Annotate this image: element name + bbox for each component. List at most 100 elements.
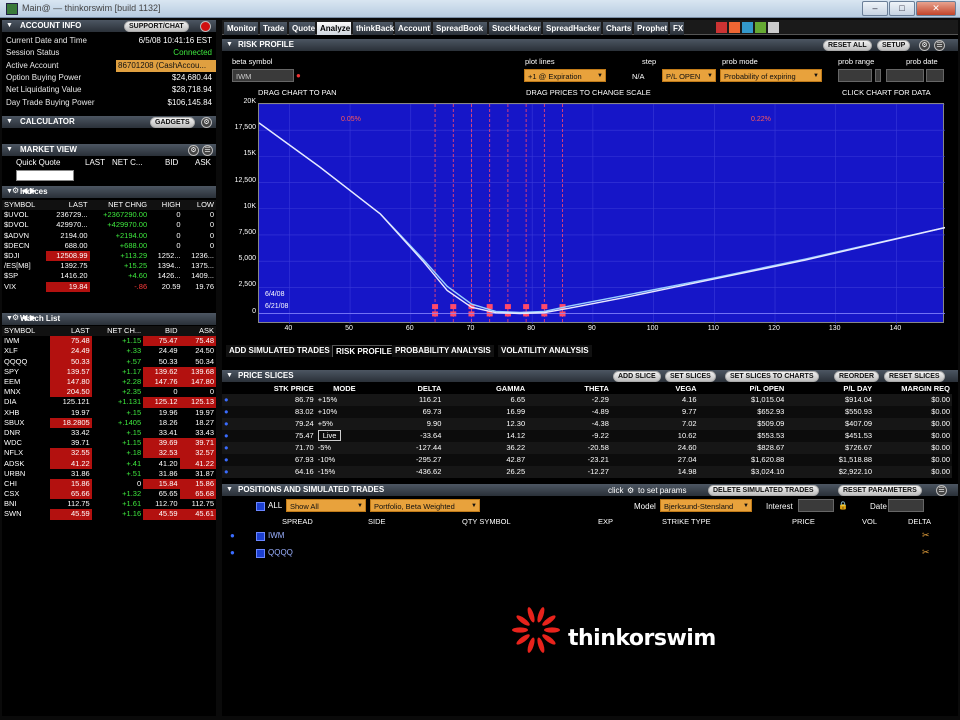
reset-all-button[interactable]: RESET ALL <box>823 40 872 51</box>
market-view-menu-icon[interactable]: ☰ <box>202 145 213 156</box>
strike-marker[interactable] <box>450 311 457 317</box>
column-header[interactable]: LAST <box>49 326 92 337</box>
table-row[interactable]: URBN 31.86 +.51 31.86 31.87 <box>2 469 216 479</box>
strike-marker[interactable] <box>432 304 439 310</box>
table-row[interactable]: ● 83.02 +10% 69.73 16.99 -4.89 9.77 $652.93 $550… <box>222 406 952 418</box>
position-checkbox[interactable] <box>256 549 265 558</box>
lock-icon[interactable]: 🔒 <box>838 501 848 510</box>
add-slice-button[interactable]: ADD SLICE <box>613 371 661 382</box>
position-row[interactable]: ● QQQQ ✂ <box>222 547 952 561</box>
column-header[interactable]: LOW <box>182 200 216 211</box>
alert-icon[interactable] <box>200 21 211 32</box>
subtab-risk-profile[interactable]: RISK PROFILE <box>332 345 397 357</box>
date-input[interactable] <box>888 499 924 512</box>
close-button[interactable]: ✕ <box>916 1 956 16</box>
risk-profile-chart[interactable]: 6/4/08 6/21/08 0.05% 0.22% <box>258 103 946 324</box>
position-checkbox[interactable] <box>256 532 265 541</box>
column-header[interactable]: STK PRICE <box>231 383 316 394</box>
watch-list-nav-icon[interactable]: ⚙ ◀ ▶ <box>12 313 36 322</box>
reorder-button[interactable]: REORDER <box>834 371 880 382</box>
table-row[interactable]: NFLX 32.55 +.18 32.53 32.57 <box>2 448 216 459</box>
column-header[interactable]: VEGA <box>610 383 699 394</box>
column-header[interactable]: MARGIN REQ <box>874 383 952 394</box>
market-view-header[interactable]: ▼ MARKET VIEW <box>2 144 216 156</box>
strike-marker[interactable] <box>432 311 439 317</box>
delete-simulated-trades-button[interactable]: DELETE SIMULATED TRADES <box>708 485 819 496</box>
scissors-icon[interactable]: ✂ <box>922 547 930 558</box>
subtab-volatility-analysis[interactable]: VOLATILITY ANALYSIS <box>498 345 592 357</box>
table-row[interactable]: $SP 1416.20 +4.60 1426... 1409... <box>2 271 216 281</box>
column-header[interactable]: NET CHNG <box>89 200 150 211</box>
table-row[interactable]: XHB 19.97 +.15 19.96 19.97 <box>2 408 216 418</box>
table-row[interactable]: /ES[M8] 1392.75 +15.25 1394... 1375... <box>2 261 216 271</box>
risk-menu-icon[interactable]: ☰ <box>934 40 945 51</box>
all-checkbox[interactable] <box>256 502 265 511</box>
positions-column-header[interactable]: VOL <box>862 517 877 526</box>
positions-column-header[interactable]: STRIKE TYPE <box>662 517 711 526</box>
table-row[interactable]: SWN 45.59 +1.16 45.59 45.61 <box>2 509 216 520</box>
column-header[interactable]: LAST <box>45 200 90 211</box>
column-header[interactable]: HIGH <box>149 200 183 211</box>
positions-column-header[interactable]: EXP <box>598 517 613 526</box>
quick-quote-input[interactable] <box>16 170 74 181</box>
column-header[interactable]: SYMBOL <box>2 200 46 211</box>
table-row[interactable]: $DJI 12508.99 +113.29 1252... 1236... <box>2 250 216 262</box>
settings-mini-icon[interactable]: ⚙ <box>627 486 634 495</box>
prob-range-low-input[interactable] <box>838 69 872 82</box>
reset-parameters-button[interactable]: RESET PARAMETERS <box>838 485 922 496</box>
column-header[interactable]: MODE <box>315 383 358 394</box>
table-row[interactable]: ● 71.70 -5% -127.44 36.22 -20.58 24.60 $828.67 $… <box>222 442 952 454</box>
table-row[interactable]: DNR 33.42 +.15 33.41 33.43 <box>2 428 216 438</box>
model-select[interactable]: Bjerksund-Stensland ▼ <box>660 499 752 512</box>
strike-marker[interactable] <box>523 304 530 310</box>
pl-open-select[interactable]: P/L OPEN ▼ <box>662 69 716 82</box>
calculator-options-icon[interactable]: ⚙ <box>201 117 212 128</box>
tab-thinkback[interactable]: thinkBack <box>353 22 394 35</box>
table-row[interactable]: CSX 65.66 +1.32 65.65 65.68 <box>2 489 216 500</box>
table-row[interactable]: DIA 125.121 +1.131 125.12 125.13 <box>2 397 216 408</box>
strike-marker[interactable] <box>541 304 548 310</box>
positions-column-header[interactable]: SPREAD <box>282 517 313 526</box>
table-row[interactable]: VIX 19.84 -.86 20.59 19.76 <box>2 281 216 292</box>
table-row[interactable]: BNI 112.75 +1.61 112.70 112.75 <box>2 499 216 509</box>
table-row[interactable]: $ADVN 2194.00 +2194.00 0 0 <box>2 231 216 241</box>
minimize-button[interactable]: – <box>862 1 888 16</box>
column-header[interactable]: DELTA <box>357 383 444 394</box>
account-info-value[interactable]: 86701208 (CashAccou... <box>116 59 216 72</box>
tab-charts[interactable]: Charts <box>603 22 632 35</box>
reset-slices-button[interactable]: RESET SLICES <box>884 371 945 382</box>
table-row[interactable]: $DVOL 429970... +429970.00 0 0 <box>2 220 216 230</box>
interest-input[interactable] <box>798 499 834 512</box>
beta-symbol-input[interactable]: IWM <box>232 69 294 82</box>
strike-marker[interactable] <box>504 304 511 310</box>
tab-stockhacker[interactable]: StockHacker <box>489 22 541 35</box>
plot-lines-select[interactable]: +1 @ Expiration ▼ <box>524 69 606 82</box>
set-slices-button[interactable]: SET SLICES <box>665 371 716 382</box>
column-header[interactable]: P/L DAY <box>786 383 875 394</box>
risk-settings-icon[interactable]: ⚙ <box>919 40 930 51</box>
table-row[interactable]: ● 75.47 Live -33.64 14.12 -9.22 10.62 $553.53 $4… <box>222 430 952 442</box>
table-row[interactable]: SPY 139.57 +1.17 139.62 139.68 <box>2 366 216 377</box>
setup-button[interactable]: SETUP <box>877 40 911 51</box>
market-view-settings-icon[interactable]: ⚙ <box>188 145 199 156</box>
column-header[interactable]: BID <box>143 326 180 337</box>
toolbar-icon-3[interactable] <box>742 22 753 33</box>
positions-column-header[interactable]: SIDE <box>368 517 386 526</box>
table-row[interactable]: WDC 39.71 +1.15 39.69 39.71 <box>2 438 216 449</box>
prob-mode-select[interactable]: Probability of expiring ▼ <box>720 69 822 82</box>
show-all-select[interactable]: Show All ▼ <box>286 499 366 512</box>
table-row[interactable]: ADSK 41.22 +.41 41.20 41.22 <box>2 458 216 469</box>
tab-trade[interactable]: Trade <box>260 22 287 35</box>
tab-prophet[interactable]: Prophet <box>634 22 668 35</box>
tab-spreadhacker[interactable]: SpreadHacker <box>543 22 601 35</box>
table-row[interactable]: CHI 15.86 0 15.84 15.86 <box>2 478 216 489</box>
subtab-probability-analysis[interactable]: PROBABILITY ANALYSIS <box>392 345 494 357</box>
positions-column-header[interactable]: PRICE <box>792 517 815 526</box>
table-row[interactable]: ● 86.79 +15% 116.21 6.65 -2.29 4.16 $1,015.04 $9… <box>222 394 952 406</box>
tab-spreadbook[interactable]: SpreadBook <box>433 22 487 35</box>
positions-column-header[interactable]: QTY SYMBOL <box>462 517 511 526</box>
table-row[interactable]: XLF 24.49 +.33 24.49 24.50 <box>2 346 216 357</box>
scissors-icon[interactable]: ✂ <box>922 530 930 541</box>
set-slices-to-charts-button[interactable]: SET SLICES TO CHARTS <box>725 371 819 382</box>
positions-menu-icon[interactable]: ☰ <box>936 485 947 496</box>
